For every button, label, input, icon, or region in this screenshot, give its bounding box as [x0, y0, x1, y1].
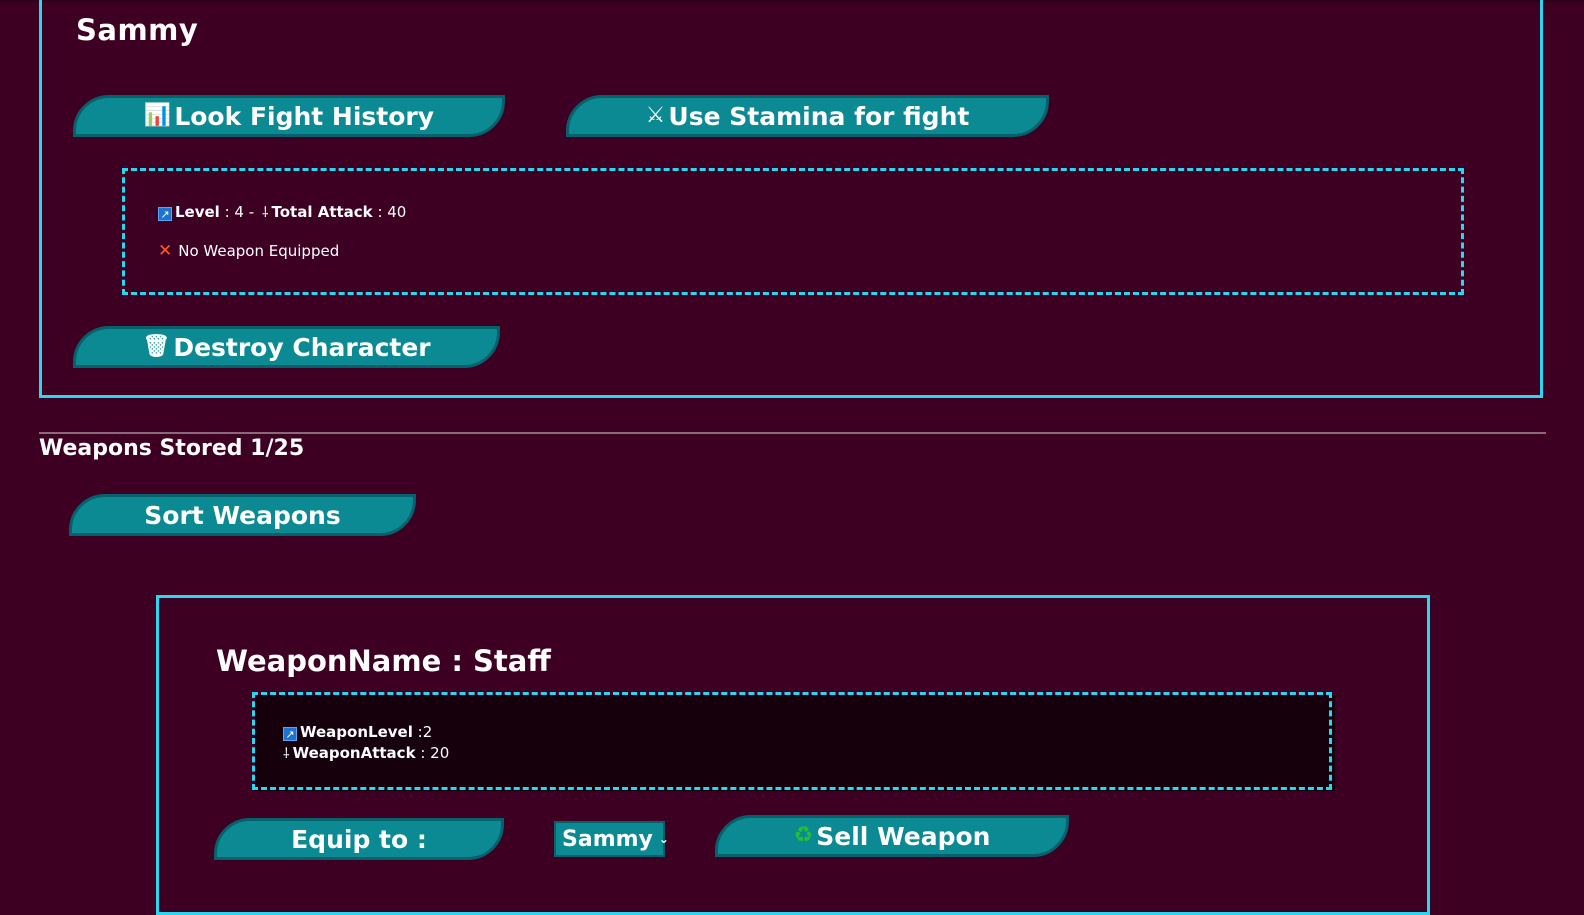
sell-weapon-label: Sell Weapon: [816, 821, 991, 851]
trash-icon: 🗑: [142, 334, 171, 359]
character-stats-box: [122, 168, 1464, 295]
weapon-level-label: WeaponLevel: [300, 723, 413, 741]
sort-weapons-label: Sort Weapons: [144, 500, 341, 530]
recycle-icon: ♻: [793, 823, 814, 848]
sell-weapon-button[interactable]: ♻ Sell Weapon: [715, 815, 1069, 857]
no-weapon-text: No Weapon Equipped: [178, 242, 340, 260]
weapon-level-line: ↗ WeaponLevel :2: [283, 723, 432, 741]
look-fight-history-button[interactable]: 📊 Look Fight History: [73, 95, 505, 137]
equip-to-button[interactable]: Equip to :: [214, 818, 504, 860]
level-up-icon: ↗: [158, 207, 172, 221]
use-stamina-button[interactable]: ⚔ Use Stamina for fight: [566, 95, 1049, 137]
look-fight-history-label: Look Fight History: [174, 101, 435, 131]
crossed-swords-icon: ⚔: [645, 103, 666, 128]
total-attack-value: : 40: [377, 203, 407, 221]
chevron-down-icon: ⌄: [658, 832, 669, 846]
destroy-character-label: Destroy Character: [173, 332, 431, 362]
equip-to-label: Equip to :: [291, 824, 427, 854]
destroy-character-button[interactable]: 🗑 Destroy Character: [73, 326, 500, 368]
weapon-attack-value: : 20: [420, 744, 450, 762]
total-attack-label: Total Attack: [271, 203, 373, 221]
sort-weapons-button[interactable]: Sort Weapons: [69, 494, 416, 536]
equip-selected-value: Sammy: [562, 826, 653, 852]
level-value: : 4 -: [224, 203, 255, 221]
cross-mark-icon: ✕: [158, 241, 173, 261]
character-name: Sammy: [76, 13, 199, 47]
no-weapon-line: ✕ No Weapon Equipped: [158, 241, 339, 261]
weapon-attack-line: ⸸ WeaponAttack : 20: [283, 744, 449, 763]
character-level-line: ↗ Level : 4 - ⸸ Total Attack : 40: [158, 203, 406, 222]
use-stamina-label: Use Stamina for fight: [668, 101, 970, 131]
weapon-level-value: :2: [417, 723, 433, 741]
weapon-attack-label: WeaponAttack: [292, 744, 416, 762]
section-divider: [39, 432, 1546, 434]
sword-icon: ⸸: [283, 746, 290, 762]
weapon-name: WeaponName : Staff: [216, 644, 551, 678]
weapon-stats-box: [252, 692, 1332, 790]
weapons-stored-title: Weapons Stored 1/25: [39, 436, 305, 461]
sword-icon: ⸸: [261, 205, 269, 221]
chart-icon: 📊: [143, 103, 172, 128]
level-up-icon: ↗: [283, 727, 297, 741]
equip-character-select[interactable]: Sammy ⌄: [554, 821, 669, 857]
level-label: Level: [175, 203, 220, 221]
